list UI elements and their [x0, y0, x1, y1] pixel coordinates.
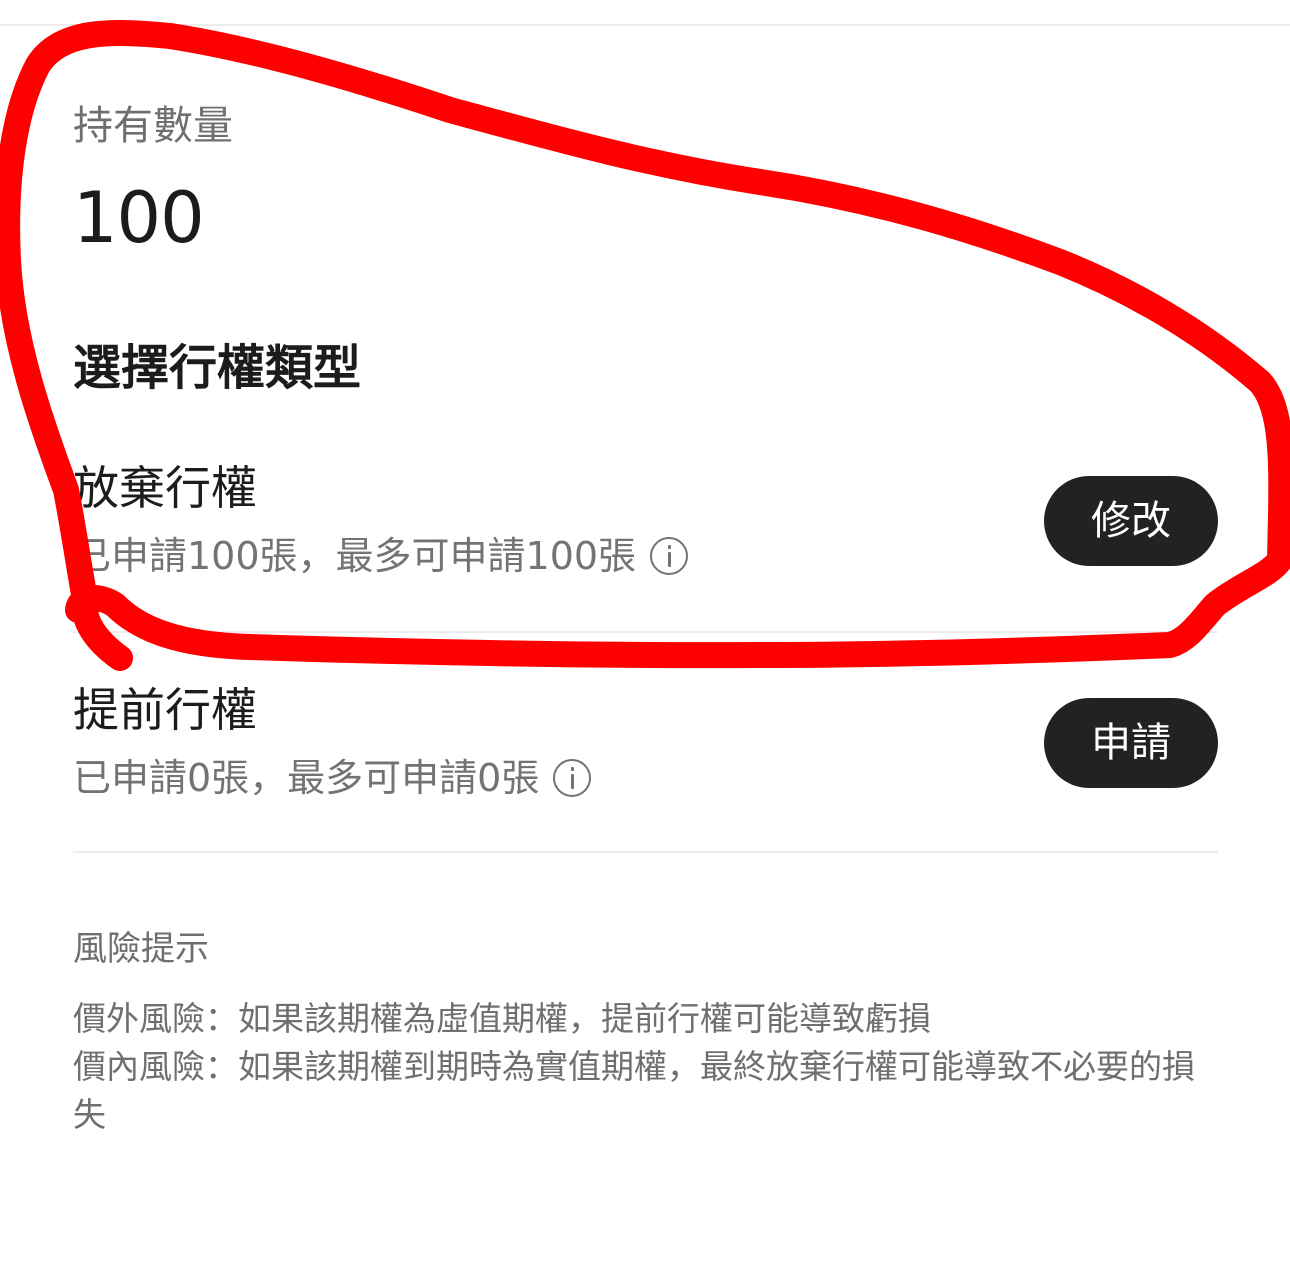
info-icon[interactable] [553, 759, 592, 797]
risk-line-out-of-money: 價外風險：如果該期權為虛值期權，提前行權可能導致虧損 [73, 999, 931, 1038]
info-icon[interactable] [650, 537, 689, 575]
row-divider [73, 631, 1218, 633]
option-subtitle: 已申請0張，最多可申請0張 [73, 752, 592, 804]
option-subtitle-text: 已申請0張，最多可申請0張 [73, 756, 540, 800]
option-subtitle: 已申請100張，最多可申請100張 [73, 530, 689, 582]
option-title: 提前行權 [73, 683, 257, 737]
risk-title: 風險提示 [73, 929, 209, 969]
risk-text: 價外風險：如果該期權為虛值期權，提前行權可能導致虧損 價內風險：如果該期權到期時… [73, 995, 1223, 1139]
option-title: 放棄行權 [73, 461, 257, 515]
row-divider [73, 851, 1218, 853]
option-row-early: 提前行權 已申請0張，最多可申請0張 申請 [73, 680, 1218, 853]
exercise-page: 持有數量 100 選擇行權類型 放棄行權 已申請100張，最多可申請100張 修… [0, 0, 1290, 1278]
holding-value: 100 [73, 177, 205, 259]
section-title: 選擇行權類型 [73, 340, 362, 396]
holding-label: 持有數量 [73, 103, 233, 149]
top-divider [0, 24, 1290, 26]
apply-button[interactable]: 申請 [1044, 698, 1218, 788]
modify-button[interactable]: 修改 [1044, 476, 1218, 566]
option-subtitle-text: 已申請100張，最多可申請100張 [73, 534, 637, 578]
option-row-waive: 放棄行權 已申請100張，最多可申請100張 修改 [73, 458, 1218, 633]
risk-line-in-the-money: 價內風險：如果該期權到期時為實值期權，最終放棄行權可能導致不必要的損失 [73, 1047, 1195, 1134]
